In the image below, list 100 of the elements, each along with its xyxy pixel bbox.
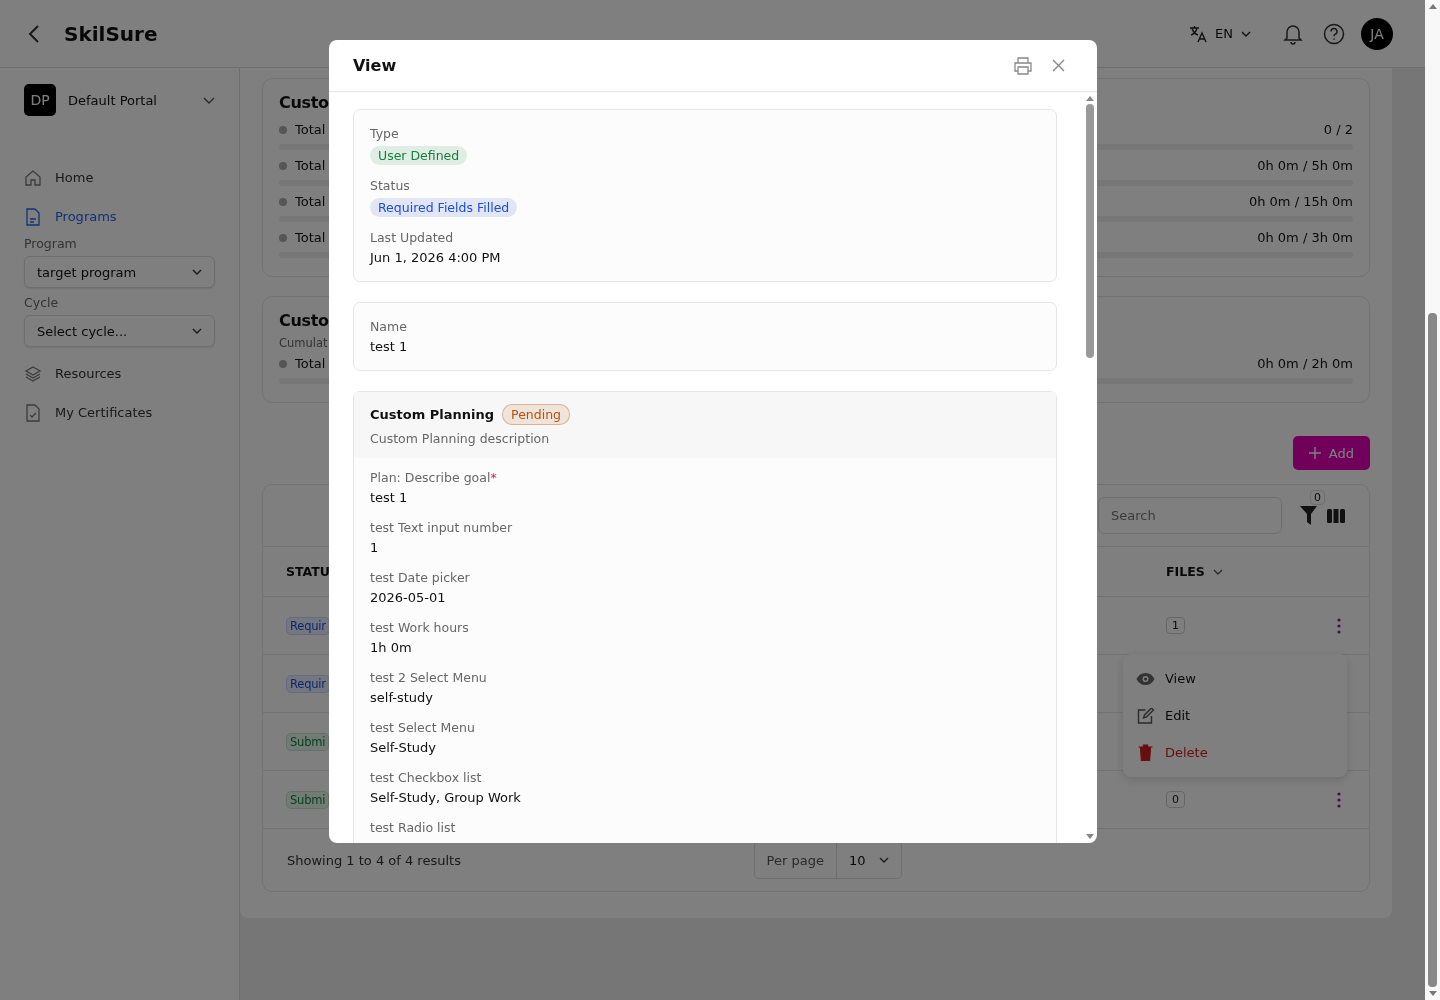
bullet-dot [279,161,287,170]
user-avatar[interactable]: JA [1361,17,1393,50]
section-description: Custom Planning description [370,431,551,446]
select-field[interactable]: Select cycle... [24,315,215,347]
translate-icon[interactable] [1189,24,1208,43]
field-value: self-study [370,690,433,705]
status-tag: Submi [286,791,330,809]
eye-icon [1136,672,1155,685]
status-tag: Requir [286,617,330,635]
card-title: Custo [279,311,329,330]
filter-count: 0 [1310,490,1325,505]
card-title: Custo [279,93,329,112]
scroll-thumb[interactable] [1428,313,1437,987]
field-value: test 1 [370,339,408,354]
home-icon [24,168,42,187]
scroll-down-icon[interactable] [1086,834,1094,839]
field-value: 1h 0m [370,640,412,655]
field-label: Name [370,319,407,334]
field-label: test Date picker [370,570,470,585]
field-label: Program [24,236,78,251]
nav-item[interactable]: Programs [24,197,215,236]
results-summary: Showing 1 to 4 of 4 results [287,852,462,868]
metric-reading: 0 / 2 [1323,122,1353,137]
help-icon[interactable] [1323,22,1345,45]
metric-reading: 0h 0m / 15h 0m [1248,194,1353,209]
metric-label: Total [295,356,326,371]
type-badge: Required Fields Filled [370,198,518,217]
menu-item[interactable]: Edit [1123,697,1347,734]
nav-item[interactable]: Home [24,158,215,197]
chevron-down-icon [192,328,202,334]
card-subtitle: Cumulat [279,336,328,350]
scroll-down-icon[interactable] [1428,991,1437,996]
more-icon[interactable] [1337,791,1341,808]
field-label: Type [370,126,399,141]
chevron-down-icon[interactable] [203,96,215,104]
section-title: Custom Planning [370,407,495,422]
chevron-down-icon[interactable] [1212,568,1223,575]
metric-label: Total [295,194,326,209]
field-value: Jun 1, 2026 4:00 PM [370,250,501,265]
metric-reading: 0h 0m / 5h 0m [1257,158,1353,173]
trash-icon [1136,744,1155,761]
field-value: Self-Study, Group Work [370,790,521,805]
status-badge: Pending [502,404,571,425]
field-label: Plan: Describe goal* [370,470,497,485]
field-value: Self-Study [370,740,436,755]
field-value: 1 [370,540,379,555]
language-selector[interactable]: EN [1215,26,1233,41]
metric-label: Total [295,230,326,245]
portal-avatar: DP [24,84,56,116]
columns-icon[interactable] [1327,508,1345,523]
certificate-icon [24,403,42,422]
more-icon[interactable] [1337,617,1341,634]
bullet-dot [279,233,287,242]
search-field[interactable]: Search [1098,497,1282,534]
bell-icon[interactable] [1283,22,1303,45]
status-tag: Requir [286,675,330,693]
column-header[interactable]: FILES [1166,564,1205,579]
field-label: test Radio list [370,820,456,835]
field-label: Last Updated [370,230,454,245]
document-icon [24,207,42,226]
portal-name[interactable]: Default Portal [68,92,191,108]
bullet-dot [279,359,287,368]
plus-icon [1308,447,1321,459]
bullet-dot [279,197,287,206]
field-label: test Text input number [370,520,513,535]
add-button[interactable]: Add [1292,436,1370,470]
metric-label: Total [295,122,326,137]
scrollbar[interactable] [1425,0,1440,1000]
chevron-down-icon[interactable] [1241,30,1251,37]
scroll-up-icon[interactable] [1428,4,1437,9]
status-tag: Submi [286,733,330,751]
menu-item[interactable]: View [1123,660,1347,697]
field-label: test Checkbox list [370,770,482,785]
bullet-dot [279,125,287,134]
menu-item[interactable]: Delete [1123,734,1347,771]
chevron-down-icon [192,269,202,275]
field-label: Cycle [24,295,60,310]
metric-reading: 0h 0m / 2h 0m [1257,356,1353,371]
filter-icon[interactable] [1300,506,1317,525]
layers-icon [24,364,42,383]
scroll-up-icon[interactable] [1086,96,1094,101]
field-label: test Work hours [370,620,469,635]
edit-icon [1136,707,1155,724]
field-value: 2026-05-01 [370,590,446,605]
back-icon[interactable] [28,23,40,44]
scroll-thumb[interactable] [1086,104,1094,358]
file-count: 1 [1166,617,1185,634]
select-field[interactable]: target program [24,256,215,288]
metric-reading: 0h 0m / 3h 0m [1257,230,1353,245]
file-count: 0 [1166,791,1185,808]
close-icon[interactable] [1052,59,1065,72]
field-label: test 2 Select Menu [370,670,487,685]
app-name: SkilSure [64,21,158,46]
printer-icon[interactable] [1014,56,1032,75]
dialog-title: View [353,56,398,75]
field-label: Status [370,178,410,193]
field-label: test Select Menu [370,720,475,735]
nav-item[interactable]: Resources [24,354,215,393]
nav-item[interactable]: My Certificates [24,393,215,432]
metric-label: Total [295,158,326,173]
